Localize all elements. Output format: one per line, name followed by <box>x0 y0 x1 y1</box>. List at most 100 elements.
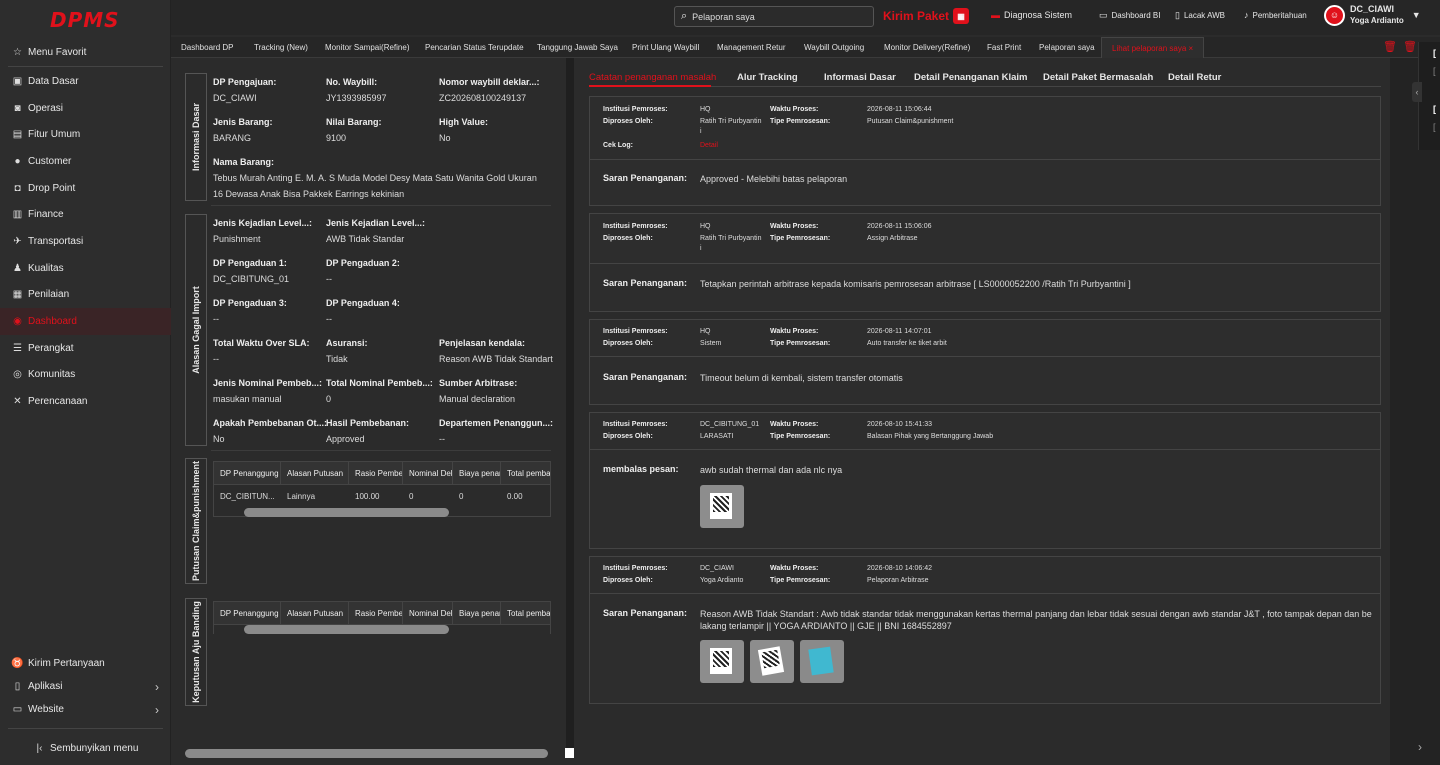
field-label: Waktu Proses: <box>770 565 819 572</box>
field-value: Pelaporan Arbitrase <box>867 577 929 584</box>
tab-detail-paket-bermasalah[interactable]: Detail Paket Bermasalah <box>1043 72 1153 83</box>
sidebar-divider <box>8 66 163 67</box>
attachment-thumbnail[interactable] <box>700 640 744 683</box>
field-label: Nama Barang: <box>213 157 275 167</box>
community-icon: ◎ <box>13 369 22 380</box>
tab-monitor-delivery[interactable]: Monitor Delivery(Refine) <box>884 37 970 58</box>
hide-menu-button[interactable]: |‹ Sembunyikan menu <box>0 735 171 762</box>
sidebar-item-drop-point[interactable]: ◘ Drop Point <box>0 175 171 202</box>
sidebar-item-customer[interactable]: ● Customer <box>0 148 171 175</box>
tab-informasi-dasar[interactable]: Informasi Dasar <box>824 72 896 83</box>
tab-tanggung-jawab[interactable]: Tanggung Jawab Saya <box>537 37 618 58</box>
sidebar-divider <box>8 728 163 729</box>
sidebar-item-transportasi[interactable]: ✈ Transportasi <box>0 228 171 255</box>
diagnosa-button[interactable]: ▬ Diagnosa Sistem <box>991 10 1072 20</box>
sidebar-item-kualitas[interactable]: ♟ Kualitas <box>0 255 171 282</box>
trash-all-icon[interactable]: 🗑 <box>1403 40 1417 53</box>
field-value: 2026-08-11 14:07:01 <box>867 328 932 335</box>
dashboard-bi-button[interactable]: ▭ Dashboard BI <box>1099 10 1160 21</box>
tab-pelaporan-saya[interactable]: Pelaporan saya <box>1039 37 1095 58</box>
sidebar-item-label: Perangkat <box>28 343 74 354</box>
panel-scrollbar[interactable] <box>185 749 548 758</box>
sidebar-item-data-dasar[interactable]: ▣ Data Dasar <box>0 68 171 95</box>
tab-management-retur[interactable]: Management Retur <box>717 37 785 58</box>
chevron-left-icon[interactable]: ‹ <box>1412 82 1422 102</box>
column-header: Total pemba <box>507 469 550 478</box>
right-panel: Catatan penanganan masalah Alur Tracking… <box>575 58 1390 765</box>
search-box[interactable]: ⌕ <box>674 6 874 27</box>
field-label: High Value: <box>439 117 489 127</box>
sidebar-item-komunitas[interactable]: ◎ Komunitas <box>0 361 171 388</box>
field-label: Waktu Proses: <box>770 328 819 335</box>
attachment-thumbnail[interactable] <box>800 640 844 683</box>
search-input[interactable] <box>692 11 863 22</box>
column-header: Nominal Deb <box>403 462 453 485</box>
chevron-right-icon[interactable]: › <box>1418 740 1422 754</box>
tab-fast-print[interactable]: Fast Print <box>987 37 1021 58</box>
lacak-awb-button[interactable]: ▯ Lacak AWB <box>1175 10 1225 21</box>
field-value: -- <box>326 274 332 284</box>
trash-icon[interactable]: 🗑 <box>1383 40 1397 53</box>
section-title: Alasan Gagal Import <box>191 286 201 374</box>
close-icon[interactable]: × <box>1189 44 1194 53</box>
droppoint-icon: ◘ <box>14 183 21 194</box>
field-label: Hasil Pembebanan: <box>326 418 410 428</box>
field-label: Diproses Oleh: <box>603 118 653 125</box>
field-label: Waktu Proses: <box>770 223 819 230</box>
sidebar-item-menu-favorit[interactable]: ☆ Menu Favorit <box>0 39 171 66</box>
field-label: Tipe Pemrosesan: <box>770 118 831 125</box>
detail-link[interactable]: Detail <box>700 142 718 149</box>
sidebar-item-website[interactable]: ▭ Website › <box>0 696 171 723</box>
pemberitahuan-button[interactable]: ♪ Pemberitahuan <box>1244 10 1307 20</box>
tab-alur-tracking[interactable]: Alur Tracking <box>737 72 798 83</box>
tab-dashboard-dp[interactable]: Dashboard DP <box>181 37 233 58</box>
quality-icon: ♟ <box>13 263 22 274</box>
record-header: Institusi Pemroses: HQ Waktu Proses: 202… <box>590 214 1380 264</box>
left-panel: Informasi Dasar DP Pengajuan: DC_CIAWI N… <box>171 58 563 748</box>
table-scrollbar[interactable] <box>244 508 449 517</box>
tab-detail-retur[interactable]: Detail Retur <box>1168 72 1221 83</box>
kirim-paket-button[interactable]: Kirim Paket ▦ <box>883 8 970 24</box>
sidebar-item-dashboard[interactable]: ◉ Dashboard <box>0 308 171 335</box>
sidebar-item-fitur-umum[interactable]: ▤ Fitur Umum <box>0 121 171 148</box>
tab-monitor-sampai[interactable]: Monitor Sampai(Refine) <box>325 37 409 58</box>
field-value: HQ <box>700 223 711 230</box>
sidebar-item-finance[interactable]: ▥ Finance <box>0 201 171 228</box>
record-header: Institusi Pemroses: DC_CIBITUNG_01 Waktu… <box>590 413 1380 450</box>
field-label: Departemen Penanggun...: <box>439 418 554 428</box>
tab-pencarian-status[interactable]: Pencarian Status Terupdate <box>425 37 524 58</box>
tab-detail-penanganan-klaim[interactable]: Detail Penanganan Klaim <box>914 72 1028 83</box>
field-value: LARASATI <box>700 433 734 440</box>
user-menu[interactable]: ☺ DC_CIAWI Yoga Ardianto ▼ <box>1324 4 1421 26</box>
tab-print-ulang[interactable]: Print Ulang Waybill <box>632 37 699 58</box>
field-value: No <box>439 133 451 143</box>
sidebar-item-label: Customer <box>28 156 72 167</box>
table-row[interactable]: DC_CIBITUN... Lainnya 100.00 0 0 0.00 <box>214 485 550 508</box>
field-value: -- <box>213 314 219 324</box>
tab-lihat-pelaporan[interactable]: Lihat pelaporan saya × <box>1101 37 1205 58</box>
tab-tracking-new[interactable]: Tracking (New) <box>254 37 308 58</box>
field-value: HQ <box>700 328 711 335</box>
sidebar-item-penilaian[interactable]: ▦ Penilaian <box>0 281 171 308</box>
field-value: BARANG <box>213 133 252 143</box>
attachment-thumbnail[interactable] <box>700 485 744 528</box>
table-cell: 0 <box>459 492 464 501</box>
tab-waybill-outgoing[interactable]: Waybill Outgoing <box>804 37 864 58</box>
sidebar-item-label: Kirim Pertanyaan <box>28 658 105 669</box>
field-value: Approved <box>326 434 365 444</box>
sidebar-item-perangkat[interactable]: ☰ Perangkat <box>0 335 171 362</box>
field-label: No. Waybill: <box>326 77 378 87</box>
column-header: Rasio Pembeb <box>349 602 403 625</box>
sidebar-item-perencanaan[interactable]: ✕ Perencanaan <box>0 388 171 415</box>
table-scrollbar[interactable] <box>244 625 449 634</box>
field-value: 16 Dewasa Anak Bisa Pakkek Earrings keki… <box>213 189 405 199</box>
tab-catatan-penanganan[interactable]: Catatan penanganan masalah <box>589 72 716 83</box>
sidebar-item-operasi[interactable]: ◙ Operasi <box>0 95 171 122</box>
attachment-thumbnail[interactable] <box>750 640 794 683</box>
kirim-paket-label: Kirim Paket <box>883 9 950 23</box>
saran-text: Timeout belum di kembali, sistem transfe… <box>700 373 903 383</box>
app-logo: DPMS <box>50 8 120 32</box>
popup-marker: [ <box>1433 104 1436 114</box>
search-icon: ⌕ <box>681 10 688 22</box>
field-label: DP Pengajuan: <box>213 77 277 87</box>
